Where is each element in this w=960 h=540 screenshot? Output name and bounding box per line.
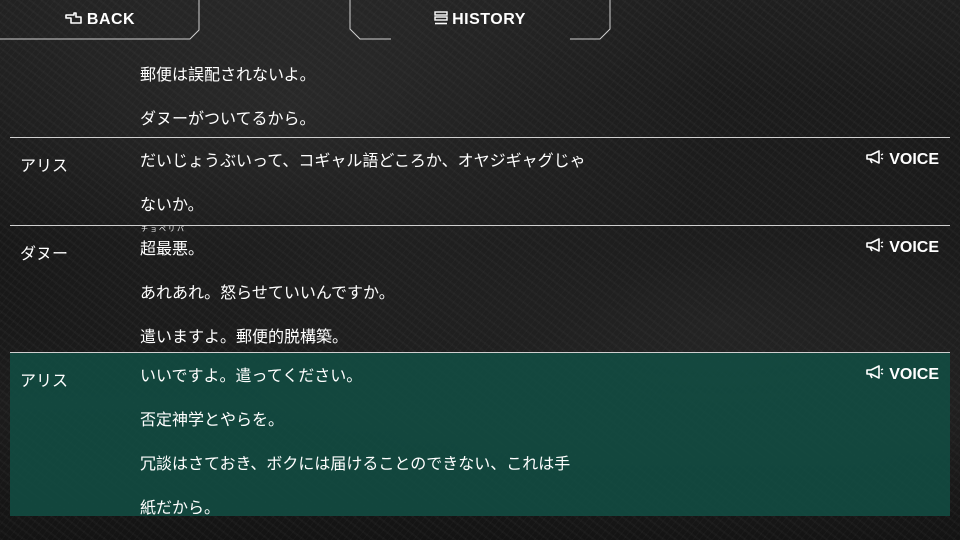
entry-lines: いいですよ。遣ってください。 否定神学とやらを。 冗談はさておき、ボクには届ける… (140, 354, 700, 530)
dialogue-line: ないか。 (140, 195, 204, 214)
dialogue-line-text: 超最悪。 (140, 239, 205, 258)
voice-button[interactable]: VOICE (866, 365, 939, 384)
speaker-name: アリス (20, 371, 69, 390)
dialogue-line: いいですよ。遣ってください。 (140, 366, 363, 385)
dialogue-line: 紙だから。 (140, 498, 221, 517)
history-list-icon (434, 10, 448, 30)
dialogue-line: だいじょうぶいって、コギャル語どころか、オヤジギャグじゃ (140, 151, 586, 170)
dialogue-line: 郵便は誤配されないよ。 (140, 65, 316, 84)
history-label: HISTORY (452, 11, 526, 28)
voice-label: VOICE (889, 150, 939, 168)
history-entry: ダヌー チョベリバ 超最悪。 あれあれ。怒らせていいんですか。 遣いますよ。郵便… (10, 225, 950, 352)
dialogue-line: 否定神学とやらを。 (140, 410, 285, 429)
speaker-name: アリス (20, 156, 69, 175)
voice-button[interactable]: VOICE (866, 238, 939, 257)
dialogue-line: 冗談はさておき、ボクには届けることのできない、これは手 (140, 454, 571, 473)
entry-lines: 郵便は誤配されないよ。 ダヌーがついてるから。 (140, 53, 700, 141)
history-entry: 郵便は誤配されないよ。 ダヌーがついてるから。 (10, 53, 950, 137)
voice-label: VOICE (889, 238, 939, 256)
speaker-name: ダヌー (20, 244, 69, 263)
history-entry: アリス だいじょうぶいって、コギャル語どころか、オヤジギャグじゃ ないか。 VO… (10, 138, 950, 225)
dialogue-line: チョベリバ 超最悪。 (140, 225, 700, 271)
history-tab[interactable]: HISTORY (349, 0, 611, 40)
back-label: BACK (86, 11, 136, 28)
voice-button[interactable]: VOICE (866, 150, 939, 169)
furigana-ruby: チョベリバ (141, 225, 186, 233)
back-button[interactable]: BACK (0, 0, 200, 40)
megaphone-icon (866, 150, 884, 169)
history-entry-selected[interactable]: アリス いいですよ。遣ってください。 否定神学とやらを。 冗談はさておき、ボクに… (10, 353, 950, 517)
megaphone-icon (866, 365, 884, 384)
hand-pointer-back-icon (65, 11, 83, 30)
dialogue-line: あれあれ。怒らせていいんですか。 (140, 283, 395, 302)
dialogue-line: ダヌーがついてるから。 (140, 109, 316, 128)
entry-lines: だいじょうぶいって、コギャル語どころか、オヤジギャグじゃ ないか。 (140, 139, 700, 227)
history-screen: BACK HISTORY 郵便は誤配されないよ。 ダヌーがついてるから。 アリス… (0, 0, 960, 540)
voice-label: VOICE (889, 365, 939, 383)
megaphone-icon (866, 238, 884, 257)
entry-lines: チョベリバ 超最悪。 あれあれ。怒らせていいんですか。 遣いますよ。郵便的脱構築… (140, 225, 700, 359)
